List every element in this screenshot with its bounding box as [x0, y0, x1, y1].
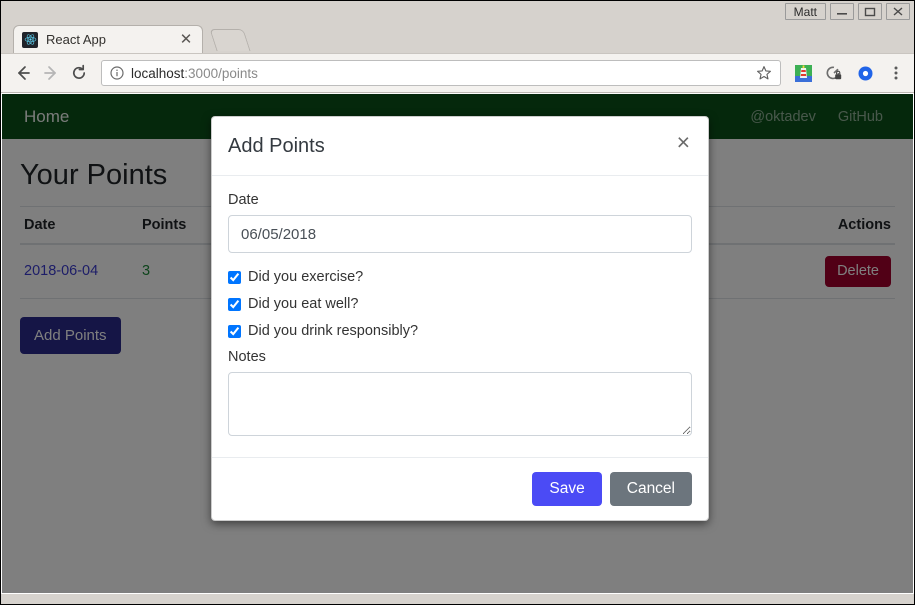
modal-close-icon[interactable]: × [675, 133, 692, 151]
browser-tab[interactable]: React App ✕ [13, 25, 203, 53]
privacy-badger-extension-icon[interactable] [824, 63, 844, 83]
reload-icon[interactable] [65, 59, 93, 87]
new-tab-icon[interactable] [209, 29, 250, 51]
drink-responsibly-checkbox-label: Did you drink responsibly? [248, 323, 418, 339]
maximize-icon[interactable] [858, 3, 882, 20]
exercise-checkbox-label: Did you exercise? [248, 269, 363, 285]
notes-field-label: Notes [228, 349, 692, 365]
add-points-modal: Add Points × Date Did you exercise? Did … [211, 116, 709, 521]
react-logo-icon [22, 32, 38, 48]
date-input[interactable] [228, 215, 692, 253]
browser-window: Matt [0, 0, 915, 605]
drink-responsibly-checkbox[interactable] [228, 325, 241, 338]
checkbox-row-exercise[interactable]: Did you exercise? [228, 269, 692, 285]
eat-well-checkbox[interactable] [228, 298, 241, 311]
window-controls: Matt [785, 3, 910, 20]
info-circle-icon[interactable] [110, 66, 124, 80]
checkbox-row-drink-responsibly[interactable]: Did you drink responsibly? [228, 323, 692, 339]
window-user-label: Matt [785, 3, 826, 20]
modal-body: Date Did you exercise? Did you eat well?… [212, 176, 708, 457]
modal-title: Add Points [228, 133, 325, 159]
cancel-button[interactable]: Cancel [610, 472, 692, 506]
window-titlebar: Matt [1, 1, 914, 23]
close-icon[interactable] [886, 3, 910, 20]
tab-title: React App [46, 32, 178, 47]
browser-toolbar: localhost:3000/points [1, 53, 914, 93]
url-host: localhost [131, 66, 184, 81]
url-path: :3000/points [184, 66, 258, 81]
browser-tabstrip: React App ✕ [1, 23, 914, 53]
tab-close-icon[interactable]: ✕ [178, 32, 194, 47]
exercise-checkbox[interactable] [228, 271, 241, 284]
minimize-icon[interactable] [830, 3, 854, 20]
window-bottom-frame [1, 594, 914, 604]
notes-textarea[interactable] [228, 372, 692, 436]
address-bar[interactable]: localhost:3000/points [101, 60, 781, 86]
modal-footer: Save Cancel [212, 457, 708, 520]
modal-header: Add Points × [212, 117, 708, 176]
back-arrow-icon[interactable] [9, 59, 37, 87]
checkbox-row-eat-well[interactable]: Did you eat well? [228, 296, 692, 312]
kebab-menu-icon[interactable] [886, 63, 906, 83]
okta-extension-icon[interactable] [855, 63, 875, 83]
save-button[interactable]: Save [532, 472, 601, 506]
eat-well-checkbox-label: Did you eat well? [248, 296, 358, 312]
lighthouse-extension-icon[interactable] [793, 63, 813, 83]
page-viewport: Home @oktadev GitHub Your Points Date Po… [1, 93, 914, 594]
forward-arrow-icon[interactable] [37, 59, 65, 87]
date-field-label: Date [228, 192, 692, 208]
star-icon[interactable] [756, 65, 772, 81]
extension-icons [787, 63, 906, 83]
